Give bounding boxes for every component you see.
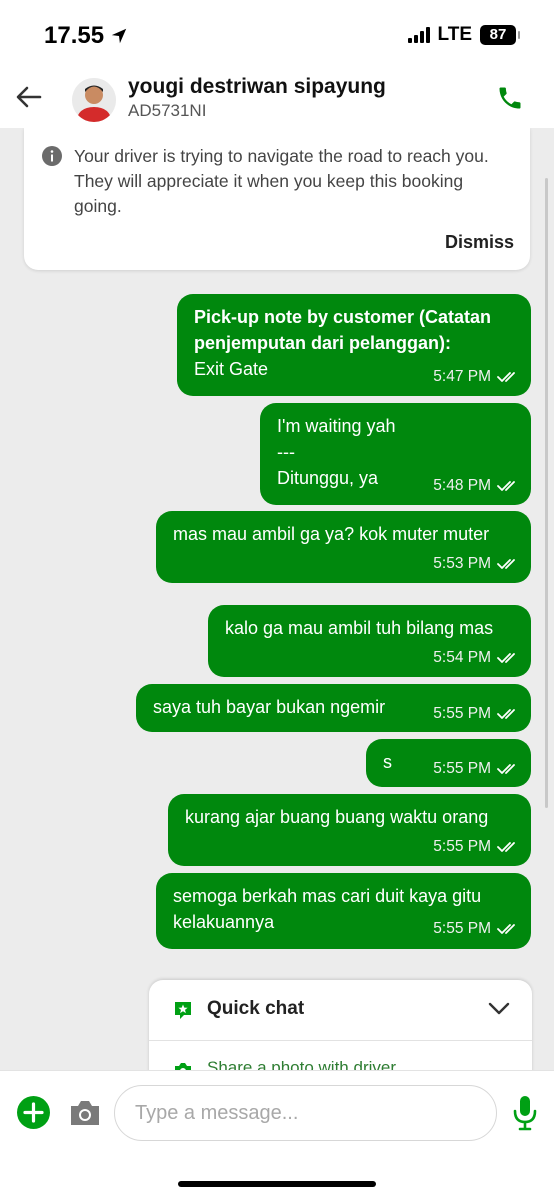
message-time: 5:55 PM — [433, 760, 491, 777]
plus-icon — [23, 1102, 44, 1123]
divider — [149, 1040, 532, 1041]
message-bubble[interactable]: saya tuh bayar bukan ngemir 5:55 PM — [136, 684, 531, 732]
message-text: --- — [277, 442, 295, 462]
message-text: penjemputan dari pelanggan): — [194, 333, 452, 353]
message-text: kalo ga mau ambil tuh bilang mas — [225, 618, 494, 638]
info-icon — [42, 146, 62, 166]
camera-icon[interactable] — [68, 1098, 102, 1128]
vehicle-plate: AD5731NI — [128, 101, 207, 120]
message-text: Ditunggu, ya — [277, 468, 379, 488]
driver-avatar[interactable] — [72, 78, 116, 122]
message-text: kelakuannya — [173, 912, 275, 932]
scrollbar[interactable] — [545, 178, 548, 808]
message-bubble[interactable]: mas mau ambil ga ya? kok muter muter 5:5… — [156, 511, 531, 583]
message-time: 5:55 PM — [433, 920, 491, 937]
message-text: I'm waiting yah — [277, 416, 396, 436]
double-check-icon — [497, 764, 515, 774]
message-bubble[interactable]: semoga berkah mas cari duit kaya gitu ke… — [156, 873, 531, 949]
message-text: Pick-up note by customer (Catatan — [194, 307, 492, 327]
status-time-text: 17.55 — [44, 22, 105, 49]
camera-small-icon — [175, 1063, 191, 1070]
status-time: 17.55 — [44, 22, 128, 50]
message-time: 5:55 PM — [433, 705, 491, 722]
home-indicator — [178, 1181, 376, 1187]
double-check-icon — [497, 372, 515, 382]
message-bubble[interactable]: kurang ajar buang buang waktu orang 5:55… — [168, 794, 531, 866]
location-arrow-icon — [111, 28, 127, 44]
double-check-icon — [497, 709, 515, 719]
message-text: s — [383, 752, 392, 772]
quick-chat-panel[interactable]: Quick chat Share a photo with driver — [149, 980, 532, 1070]
message-time: 5:55 PM — [433, 838, 491, 855]
notice-text: Your driver is trying to navigate the ro… — [74, 146, 489, 216]
network-type: LTE — [437, 24, 472, 45]
message-text: saya tuh bayar bukan ngemir — [153, 697, 386, 717]
battery-level: 87 — [489, 26, 507, 43]
double-check-icon — [497, 559, 515, 569]
signal-icon — [407, 27, 430, 43]
status-bar: 17.55 LTE 87 — [0, 0, 554, 72]
message-text: mas mau ambil ga ya? kok muter muter — [173, 524, 490, 544]
message-input-bar — [0, 1070, 554, 1200]
add-button[interactable] — [17, 1096, 50, 1129]
message-text: Exit Gate — [194, 359, 269, 379]
message-bubble[interactable]: kalo ga mau ambil tuh bilang mas 5:54 PM — [208, 605, 531, 677]
message-text: kurang ajar buang buang waktu orang — [185, 807, 489, 827]
back-arrow-icon[interactable] — [14, 82, 44, 112]
quick-chat-title: Quick chat — [207, 998, 305, 1019]
message-time: 5:53 PM — [433, 555, 491, 572]
quick-chat-option[interactable]: Share a photo with driver — [207, 1058, 396, 1070]
driver-notice-card: Your driver is trying to navigate the ro… — [24, 128, 530, 270]
message-bubble[interactable]: s 5:55 PM — [366, 739, 531, 787]
message-time: 5:48 PM — [433, 477, 491, 494]
double-check-icon — [497, 842, 515, 852]
message-time: 5:47 PM — [433, 368, 491, 385]
message-bubble[interactable]: I'm waiting yah --- Ditunggu, ya 5:48 PM — [260, 403, 531, 505]
double-check-icon — [497, 481, 515, 491]
chat-header: yougi destriwan sipayung AD5731NI — [0, 72, 554, 128]
phone-icon[interactable] — [496, 84, 524, 112]
double-check-icon — [497, 924, 515, 934]
message-text: semoga berkah mas cari duit kaya gitu — [173, 886, 482, 906]
driver-name: yougi destriwan sipayung — [128, 75, 386, 98]
message-input[interactable] — [114, 1085, 497, 1141]
message-bubble[interactable]: Pick-up note by customer (Catatan penjem… — [177, 294, 531, 396]
dismiss-button[interactable]: Dismiss — [445, 232, 514, 253]
message-time: 5:54 PM — [433, 649, 491, 666]
microphone-icon[interactable] — [512, 1095, 538, 1131]
battery-icon: 87 — [480, 25, 520, 45]
chat-area[interactable]: Your driver is trying to navigate the ro… — [0, 128, 554, 1070]
status-indicators: LTE 87 — [407, 24, 520, 46]
chat-star-icon — [175, 1002, 191, 1019]
avatar-image — [72, 78, 116, 122]
chevron-down-icon[interactable] — [488, 1002, 510, 1016]
double-check-icon — [497, 653, 515, 663]
